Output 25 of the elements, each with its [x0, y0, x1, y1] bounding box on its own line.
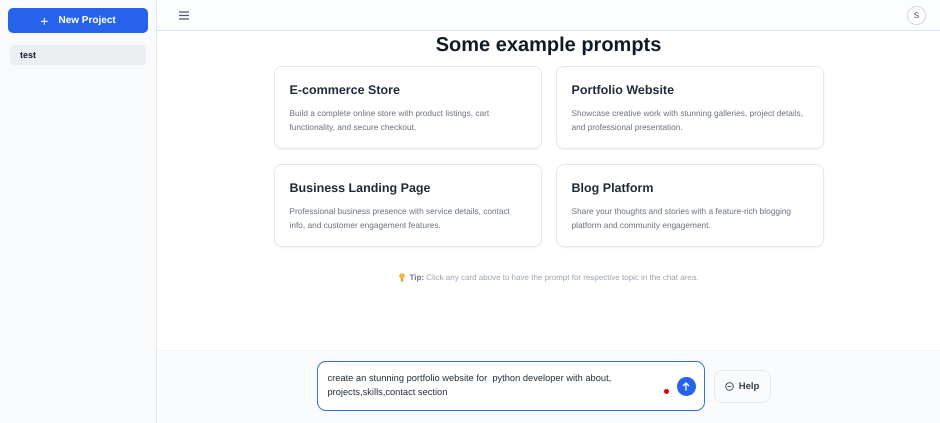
- lightbulb-icon: [398, 273, 405, 282]
- menu-icon[interactable]: [179, 10, 189, 20]
- card-description: Showcase creative work with stunning galleries, project details, and professional presentation.: [572, 107, 804, 134]
- user-avatar[interactable]: S: [907, 6, 926, 24]
- card-description: Build a complete online store with product listings, cart functionality, and secure checkout.: [290, 107, 490, 134]
- send-button[interactable]: [676, 376, 696, 396]
- prompt-card[interactable]: Portfolio Website Showcase creative work with stunning galleries, project details, and professional presentation.: [556, 66, 824, 149]
- prompt-card[interactable]: Blog Platform Share your thoughts and stories with a feature-rich blogging platform and community engagement.: [556, 164, 824, 247]
- card-title: Blog Platform: [572, 181, 654, 195]
- new-project-button[interactable]: + New Project: [8, 8, 148, 33]
- card-description: Share your thoughts and stories with a feature-rich blogging platform and community engagement.: [572, 205, 792, 232]
- prompt-card[interactable]: Business Landing Page Professional business presence with service details, contact info, and customer engagement features.: [274, 164, 542, 247]
- arrow-up-icon: [682, 382, 690, 390]
- tip-text: Tip: Click any card above to have the prompt for respective topic in the chat area.: [410, 273, 698, 282]
- card-title: E-commerce Store: [290, 83, 401, 97]
- chat-input-field[interactable]: create an stunning portfolio website for python developer with about, projects,skills,contact section: [316, 361, 704, 411]
- card-description: Professional business presence with service details, contact info, and customer engagement features.: [290, 205, 511, 232]
- cursor-dot-icon: [664, 388, 668, 394]
- card-title: Portfolio Website: [572, 83, 676, 97]
- section-heading: Some example prompts: [436, 33, 662, 57]
- help-button[interactable]: Help: [714, 370, 770, 403]
- chat-bubble-icon: [724, 382, 734, 391]
- card-title: Business Landing Page: [290, 181, 432, 195]
- prompt-card[interactable]: E-commerce Store Build a complete online store with product listings, cart functionality, and secure checkout.: [274, 66, 542, 149]
- project-item[interactable]: test: [10, 45, 146, 65]
